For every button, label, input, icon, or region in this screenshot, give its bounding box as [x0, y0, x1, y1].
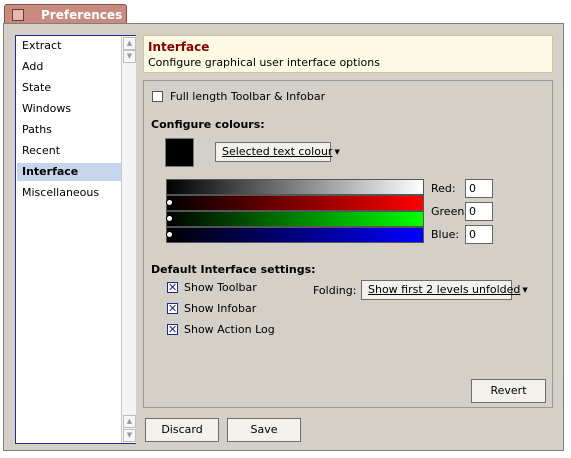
page-header: Interface Configure graphical user inter…	[143, 35, 553, 73]
sidebar-item-add[interactable]: Add	[22, 58, 43, 76]
blue-label: Blue:	[431, 228, 460, 241]
red-slider-handle[interactable]	[166, 199, 173, 206]
show-action-log-checkbox[interactable]: ✕	[167, 324, 178, 335]
blue-slider-handle[interactable]	[166, 231, 173, 238]
save-button[interactable]: Save	[227, 418, 301, 442]
folding-label: Folding:	[313, 284, 357, 297]
window-title-tab[interactable]: Preferences	[4, 4, 127, 24]
scroll-up-icon[interactable]: ▲	[123, 37, 136, 50]
green-value-input[interactable]: 0	[465, 202, 493, 221]
chevron-down-icon: ▼	[334, 147, 340, 156]
list-scrollbar[interactable]: ▲ ▼ ▲ ▼	[121, 36, 136, 443]
full-length-toolbar-label: Full length Toolbar & Infobar	[170, 90, 326, 103]
page-subtitle: Configure graphical user interface optio…	[148, 56, 380, 69]
red-value-input[interactable]: 0	[465, 179, 493, 198]
window-menu-icon[interactable]	[12, 9, 24, 21]
green-slider[interactable]	[166, 211, 424, 227]
scroll-down-icon[interactable]: ▼	[123, 50, 136, 63]
scroll-up-icon[interactable]: ▲	[123, 415, 136, 428]
colour-swatch[interactable]	[165, 138, 194, 167]
colour-target-dropdown[interactable]: Selected text colour ▼	[215, 142, 340, 162]
show-toolbar-label: Show Toolbar	[184, 281, 257, 294]
show-action-log-label: Show Action Log	[184, 323, 275, 336]
blue-value-input[interactable]: 0	[465, 225, 493, 244]
colour-target-value: Selected text colour	[222, 145, 333, 158]
category-list[interactable]: Extract Add State Windows Paths Recent I…	[15, 35, 136, 444]
window-title: Preferences	[41, 8, 123, 22]
sidebar-item-state[interactable]: State	[22, 79, 51, 97]
folding-dropdown[interactable]: Show first 2 levels unfolded ▼	[361, 280, 528, 300]
sidebar-item-interface[interactable]: Interface	[17, 163, 126, 181]
chevron-down-icon: ▼	[522, 285, 528, 294]
show-toolbar-checkbox[interactable]: ✕	[167, 282, 178, 293]
sidebar-item-recent[interactable]: Recent	[22, 142, 60, 160]
revert-button[interactable]: Revert	[471, 379, 546, 403]
full-length-toolbar-checkbox[interactable]	[152, 91, 163, 102]
default-settings-heading: Default Interface settings:	[151, 263, 316, 276]
red-label: Red:	[431, 182, 456, 195]
brightness-gradient	[166, 179, 424, 195]
sidebar-item-paths[interactable]: Paths	[22, 121, 52, 139]
sidebar-item-extract[interactable]: Extract	[22, 37, 61, 55]
page-title: Interface	[148, 40, 210, 54]
red-slider[interactable]	[166, 195, 424, 211]
show-infobar-label: Show Infobar	[184, 302, 257, 315]
configure-colours-heading: Configure colours:	[151, 118, 265, 131]
blue-slider[interactable]	[166, 227, 424, 243]
discard-button[interactable]: Discard	[145, 418, 219, 442]
show-infobar-checkbox[interactable]: ✕	[167, 303, 178, 314]
green-slider-handle[interactable]	[166, 215, 173, 222]
green-label: Green:	[431, 205, 469, 218]
scroll-down-icon[interactable]: ▼	[123, 429, 136, 442]
folding-value: Show first 2 levels unfolded	[368, 283, 521, 296]
sidebar-item-windows[interactable]: Windows	[22, 100, 71, 118]
sidebar-item-miscellaneous[interactable]: Miscellaneous	[22, 184, 99, 202]
